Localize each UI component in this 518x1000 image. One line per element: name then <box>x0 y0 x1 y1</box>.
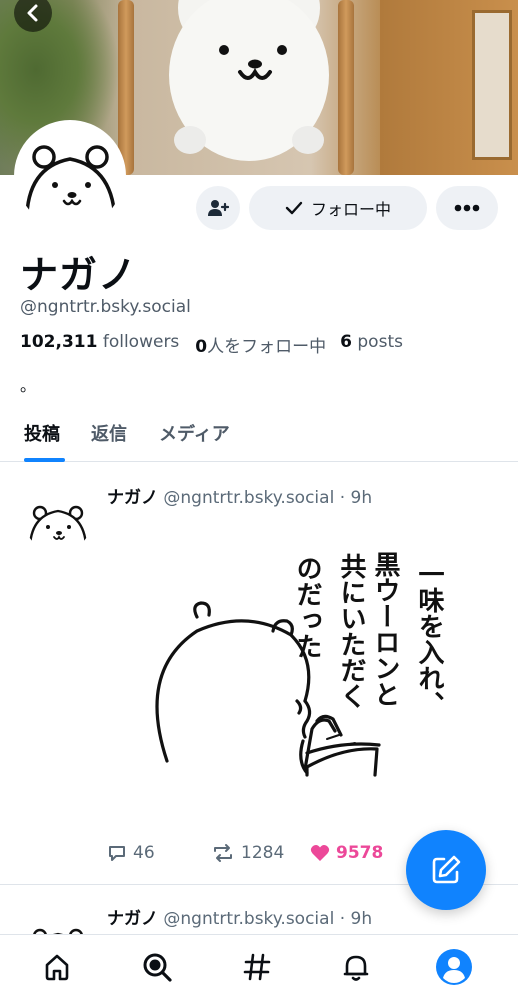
post-image[interactable]: 一味を入れ、 黒ウーロンと 共にいただく のだった <box>107 531 497 831</box>
like-count: 9578 <box>336 843 384 863</box>
compose-post-button[interactable] <box>406 830 486 910</box>
add-user-button[interactable] <box>196 186 240 230</box>
repost-button[interactable]: 1284 <box>211 843 284 863</box>
post-author-handle[interactable]: @ngntrtr.bsky.social <box>163 488 334 508</box>
ellipsis-icon <box>454 204 480 212</box>
person-add-icon <box>208 200 229 216</box>
banner-chair-rail <box>118 0 134 175</box>
repost-count: 1284 <box>241 843 285 863</box>
post-image-text-col1: 一味を入れ、 <box>414 561 444 717</box>
banner-plush-bear <box>169 0 329 161</box>
following-link[interactable]: 0人をフォロー中 <box>195 332 326 357</box>
posts-label: posts <box>357 332 403 352</box>
post-author-handle[interactable]: @ngntrtr.bsky.social <box>163 909 334 929</box>
home-icon <box>45 954 69 981</box>
post-image-text-col3: 共にいただく <box>336 553 366 709</box>
post-item[interactable]: ナガノ @ngntrtr.bsky.social · 9h 一味を入れ、 黒ウー… <box>0 463 518 885</box>
following-label: 人をフォロー中 <box>207 337 327 357</box>
nav-notifications[interactable] <box>336 947 376 987</box>
reply-count: 46 <box>133 843 155 863</box>
profile-display-name: ナガノ <box>20 253 138 297</box>
profile-tabs: 投稿 返信 メディア <box>0 410 518 462</box>
post-header: ナガノ @ngntrtr.bsky.social · 9h <box>107 904 372 929</box>
like-button[interactable]: 9578 <box>310 843 383 863</box>
profile-handle: @ngntrtr.bsky.social <box>20 297 191 317</box>
post-timestamp[interactable]: · 9h <box>340 909 372 929</box>
nav-profile[interactable] <box>434 947 474 987</box>
post-author-avatar[interactable] <box>24 908 92 936</box>
post-image-text-col4: のだった <box>292 555 322 659</box>
bear-avatar-image <box>28 505 88 553</box>
posts-count: 6 <box>340 332 352 352</box>
reply-button[interactable]: 46 <box>107 843 155 863</box>
post-actions: 46 1284 9578 <box>107 843 407 867</box>
profile-stats: 102,311 followers 0人をフォロー中 6 posts <box>20 332 403 357</box>
chevron-left-icon <box>27 4 38 22</box>
post-author-avatar[interactable] <box>24 485 92 553</box>
check-icon <box>285 201 303 215</box>
tab-media[interactable]: メディア <box>159 420 230 446</box>
heart-filled-icon <box>310 845 330 861</box>
profile-bio: 。 <box>20 376 37 395</box>
following-button[interactable]: フォロー中 <box>249 186 427 230</box>
bear-avatar-image <box>24 145 117 229</box>
posts-stat: 6 posts <box>340 332 403 357</box>
nav-feeds[interactable] <box>237 947 277 987</box>
feeds-hash-icon <box>243 953 271 981</box>
followers-count: 102,311 <box>20 332 98 352</box>
post-header: ナガノ @ngntrtr.bsky.social · 9h <box>107 483 372 508</box>
tab-replies[interactable]: 返信 <box>91 420 127 446</box>
nav-home[interactable] <box>37 947 77 987</box>
post-author-name[interactable]: ナガノ <box>107 488 158 508</box>
post-author-name[interactable]: ナガノ <box>107 909 158 929</box>
active-tab-indicator <box>24 458 65 462</box>
tab-posts[interactable]: 投稿 <box>24 420 60 446</box>
followers-label: followers <box>102 332 180 352</box>
banner-chair-rail <box>338 0 354 175</box>
notifications-bell-icon <box>343 955 369 981</box>
post-timestamp[interactable]: · 9h <box>340 488 372 508</box>
profile-icon <box>436 949 472 985</box>
bottom-navigation <box>0 934 518 1000</box>
reply-bubble-icon <box>109 846 125 861</box>
banner-door <box>380 0 518 175</box>
following-count: 0 <box>195 337 208 357</box>
profile-avatar[interactable] <box>14 120 126 232</box>
compose-pencil-icon <box>432 855 461 884</box>
following-button-label: フォロー中 <box>310 200 391 219</box>
nav-search[interactable] <box>137 947 177 987</box>
bear-avatar-image <box>32 928 84 936</box>
followers-link[interactable]: 102,311 followers <box>20 332 179 357</box>
post-image-text-col2: 黒ウーロンと <box>370 551 400 707</box>
repost-icon <box>214 844 232 862</box>
more-options-button[interactable] <box>436 186 498 230</box>
search-icon <box>143 953 172 982</box>
